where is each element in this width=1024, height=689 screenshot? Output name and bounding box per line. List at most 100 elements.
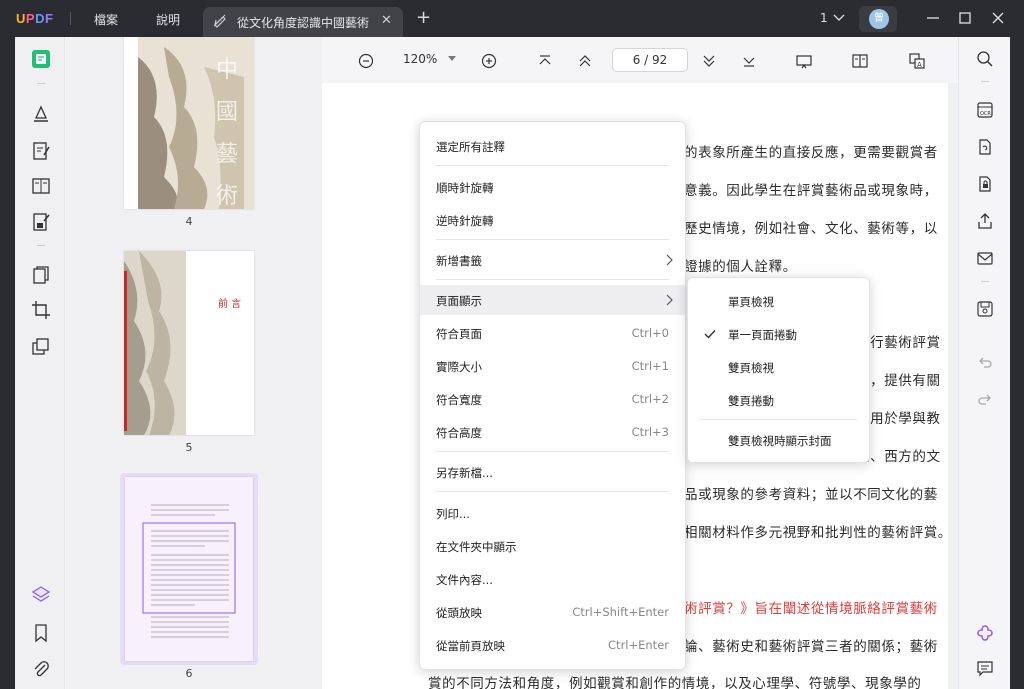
previous-page-icon[interactable] [577,53,593,69]
submenu-show-cover[interactable]: 雙頁檢視時顯示封面 [688,425,869,455]
menu-file[interactable]: 檔案 [94,11,118,28]
translate-icon[interactable]: A [909,53,925,69]
menu-save-as[interactable]: 另存新檔... [420,457,685,487]
document-text-line: 歷史情境，例如社會、文化、藝術等，以 [684,221,938,237]
reader-mode-icon[interactable] [31,49,51,69]
protect-icon[interactable] [976,175,994,193]
comment-icon[interactable] [976,659,994,677]
right-tool-rail: OCR [958,37,1010,689]
new-tab-icon[interactable]: + [416,7,431,28]
left-tool-rail [15,37,65,689]
svg-text:藝: 藝 [216,142,238,167]
submenu-two-page[interactable]: 雙頁檢視 [688,352,869,382]
divider [981,81,989,82]
email-icon[interactable] [976,249,994,267]
window-count[interactable]: 1 [820,11,828,25]
page-display-submenu: 單頁檢視 單一頁面捲動 雙頁檢視 雙頁捲動 雙頁檢視時顯示封面 [687,277,870,463]
divider [436,165,669,166]
menu-help[interactable]: 說明 [156,11,180,28]
bookmark-icon[interactable] [31,623,51,643]
menu-actual-size[interactable]: 實際大小 Ctrl+1 [420,351,685,381]
text-page-preview [142,504,236,638]
save-icon[interactable] [976,300,994,318]
menu-rotate-clockwise[interactable]: 順時針旋轉 [420,172,685,202]
submenu-two-page-scroll[interactable]: 雙頁捲動 [688,385,869,415]
document-text-line: 證據的個人詮釋。 [684,259,797,275]
chevron-right-icon [666,254,673,266]
menu-page-display[interactable]: 頁面顯示 [420,285,685,315]
attachment-icon[interactable] [31,659,51,679]
ocr-icon[interactable]: OCR [976,101,994,119]
landscape-painting-image: 前 言 [124,251,241,435]
document-text-line: 品或現象的參考資料；並以不同文化的藝 [684,487,938,503]
reading-layout-icon[interactable] [852,53,868,69]
menu-select-all-annotations[interactable]: 選定所有註釋 [420,131,685,161]
menu-add-bookmark[interactable]: 新增書籤 [420,245,685,275]
divider [436,279,669,280]
organize-pages-icon[interactable] [31,265,51,285]
menu-document-properties[interactable]: 文件內容... [420,564,685,594]
document-text-line: 的表象所產生的直接反應，更需要觀賞者 [684,145,938,161]
menu-slideshow-from-current[interactable]: 從當前頁放映 Ctrl+Enter [420,630,685,660]
zoom-in-icon[interactable] [481,53,497,69]
share-icon[interactable] [976,212,994,230]
menu-rotate-counterclockwise[interactable]: 逆時針旋轉 [420,205,685,235]
zoom-dropdown-icon[interactable] [448,56,456,62]
next-page-icon[interactable] [701,53,717,69]
updf-logo[interactable]: UPDF [16,11,53,26]
first-page-icon[interactable] [537,53,553,69]
layers-icon[interactable] [31,585,51,605]
redo-icon[interactable] [976,390,994,408]
close-window-icon[interactable] [990,10,1006,26]
avatar: 曾 [869,9,889,29]
submenu-single-page-scroll[interactable]: 單一頁面捲動 [688,319,869,349]
document-edit-icon [213,14,226,28]
chevron-right-icon [666,294,673,306]
maximize-icon[interactable] [957,10,973,26]
form-icon[interactable] [31,212,51,232]
presentation-icon[interactable] [796,53,812,69]
undo-icon[interactable] [976,353,994,371]
menu-print[interactable]: 列印... [420,498,685,528]
menu-fit-page[interactable]: 符合頁面 Ctrl+0 [420,318,685,348]
divider [981,281,989,282]
chevron-down-icon[interactable] [833,12,845,22]
page-view-icon[interactable] [31,176,51,196]
divider [70,12,71,25]
edit-pdf-icon[interactable] [31,141,51,161]
thumbnail-page-6[interactable] [125,477,253,661]
convert-icon[interactable] [976,138,994,156]
menu-fit-width[interactable]: 符合寬度 Ctrl+2 [420,384,685,414]
crop-icon[interactable] [31,300,51,320]
divider [436,491,669,492]
submenu-single-page[interactable]: 單頁檢視 [688,286,869,316]
divider [37,245,45,246]
zoom-out-icon[interactable] [358,53,374,69]
divider [436,239,669,240]
thumbnail-page-4[interactable]: 中 國 藝 術 [124,37,254,209]
tab-title: 從文化角度認識中國藝術 [237,16,370,30]
menu-fit-height[interactable]: 符合高度 Ctrl+3 [420,417,685,447]
svg-text:國: 國 [216,100,238,125]
context-menu: 選定所有註釋 順時針旋轉 逆時針旋轉 新增書籤 頁面顯示 符合頁面 Ctrl+0 … [419,121,686,670]
page-number-input[interactable]: 6 / 92 [612,48,688,72]
chinese-painting-image: 中 國 藝 術 [138,37,254,209]
layers-copy-icon[interactable] [31,337,51,357]
menu-slideshow-from-start[interactable]: 從頭放映 Ctrl+Shift+Enter [420,597,685,627]
tab-close-icon[interactable]: ✕ [381,13,392,28]
ai-assistant-icon[interactable] [976,624,994,642]
menu-show-in-folder[interactable]: 在文件夾中顯示 [420,531,685,561]
document-text-line: 相關材料作多元視野和批判性的藝術評賞。 [684,525,952,541]
search-icon[interactable] [976,50,994,68]
minimize-icon[interactable] [925,10,941,26]
thumbnail-label: 4 [185,215,193,228]
highlighter-icon[interactable] [31,103,51,123]
thumbnail-page-5[interactable]: 前 言 [124,251,254,435]
document-tab[interactable]: 從文化角度認識中國藝術 ✕ [203,7,403,37]
account-button[interactable]: 曾 [859,6,897,32]
last-page-icon[interactable] [741,53,757,69]
svg-text:中: 中 [216,58,238,83]
zoom-level[interactable]: 120% [403,52,437,66]
divider [700,419,857,420]
svg-text:術: 術 [216,184,238,209]
